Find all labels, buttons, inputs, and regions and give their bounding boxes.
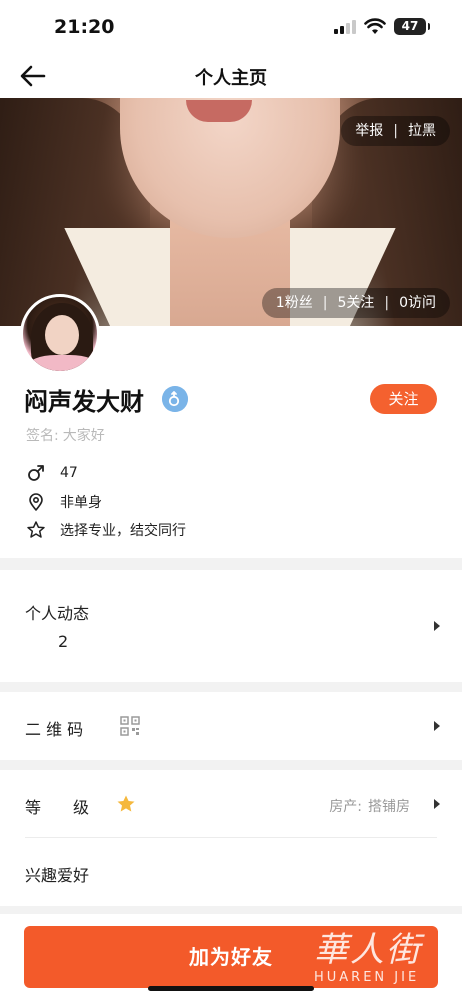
avatar[interactable]: [20, 294, 100, 374]
moments-label: 个人动态: [25, 604, 90, 623]
stats-divider: |: [384, 295, 390, 311]
qr-code-icon: [120, 716, 140, 736]
male-symbol-icon: [28, 465, 44, 481]
age-row: 47: [26, 463, 78, 483]
chevron-right-icon: [434, 799, 440, 809]
row-divider: [25, 837, 437, 838]
add-friend-button[interactable]: 加为好友: [24, 926, 438, 988]
status-time: 21:20: [54, 16, 115, 38]
tagline-value: 选择专业，结交同行: [60, 523, 186, 539]
home-indicator: [148, 986, 314, 991]
chevron-right-icon: [434, 721, 440, 731]
hobbies-label: 兴趣爱好: [25, 866, 90, 885]
moments-count: 2: [58, 632, 69, 651]
property-info[interactable]: 房产: 搭铺房: [329, 796, 410, 816]
qr-code-label: 二 维 码: [25, 720, 84, 739]
status-bar: 21:20 47: [0, 0, 462, 54]
signature-label: 签名:: [26, 428, 59, 444]
stats-pill: 1粉丝 | 5关注 | 0访问: [261, 288, 450, 318]
signature-text: 大家好: [62, 428, 105, 444]
level-hobbies-card: 等 级 房产: 搭铺房 兴趣爱好: [0, 770, 462, 906]
level-label: 等 级: [25, 798, 90, 817]
location-pin-icon: [29, 493, 43, 511]
cellular-signal-icon: [334, 20, 356, 34]
property-value: 搭铺房: [368, 799, 410, 815]
follow-button[interactable]: 关注: [370, 384, 437, 414]
block-button[interactable]: 拉黑: [408, 116, 436, 146]
navigation-bar: 个人主页: [0, 54, 462, 98]
username: 闷声发大财: [24, 388, 144, 416]
moments-row[interactable]: 个人动态 2: [0, 570, 462, 682]
fans-count[interactable]: 1粉丝: [276, 288, 313, 318]
report-button[interactable]: 举报: [355, 116, 383, 146]
male-gender-icon: [162, 386, 188, 412]
stats-divider: |: [322, 295, 328, 311]
qr-code-row[interactable]: 二 维 码: [0, 692, 462, 760]
pill-divider: |: [393, 123, 398, 139]
star-outline-icon: [27, 521, 45, 538]
chevron-right-icon: [434, 621, 440, 631]
page-title: 个人主页: [195, 68, 267, 89]
relationship-value: 非单身: [60, 495, 102, 511]
follows-count[interactable]: 5关注: [337, 288, 374, 318]
property-label: 房产:: [329, 799, 362, 815]
battery-icon: 47: [394, 18, 430, 35]
wifi-icon: [364, 18, 386, 34]
visits-count[interactable]: 0访问: [399, 288, 436, 318]
age-value: 47: [60, 465, 78, 481]
tagline-row: 选择专业，结交同行: [26, 520, 186, 540]
level-star-icon: [117, 795, 135, 812]
report-block-pill: 举报 | 拉黑: [341, 116, 450, 146]
relationship-row: 非单身: [26, 492, 102, 512]
signature: 签名: 大家好: [26, 425, 105, 445]
